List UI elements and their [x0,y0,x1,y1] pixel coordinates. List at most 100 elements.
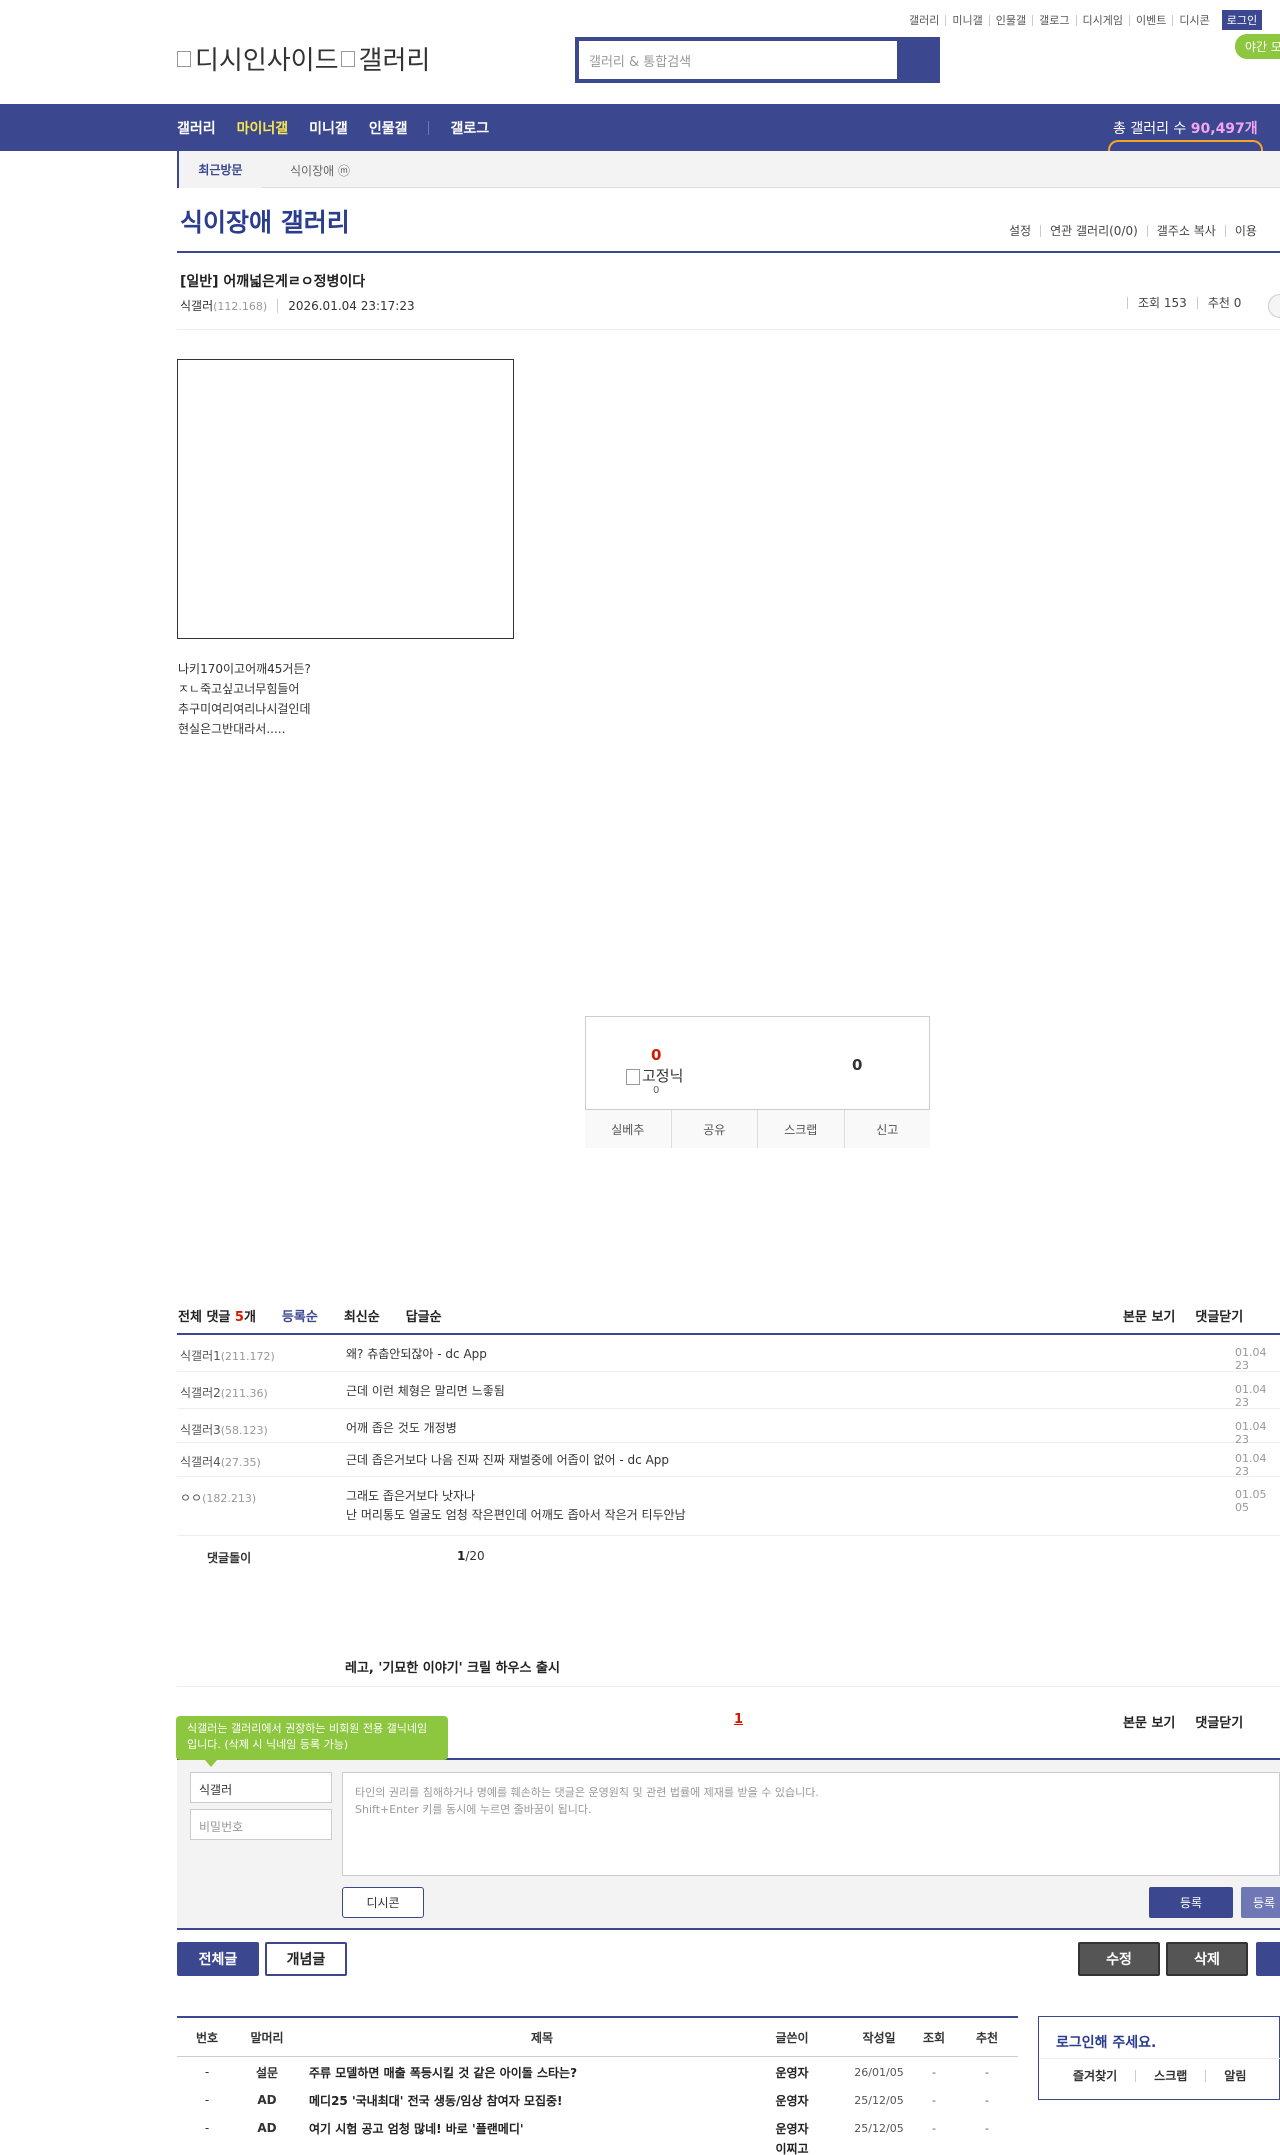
util-link-event[interactable]: 이벤트 [1128,14,1172,26]
page-number-current[interactable]: 1 [734,1712,743,1727]
close-comments-button[interactable]: 댓글닫기 [1195,1306,1243,1325]
concept-posts-button[interactable]: 개념글 [265,1942,347,1976]
ad-headline[interactable]: 레고, '기묘한 이야기' 크릴 하우스 출시 [345,1657,560,1676]
row-title[interactable]: 메디25 '국내최대' 전국 생동/임상 참여자 모집중! [297,2086,787,2114]
view-body-button[interactable]: 본문 보기 [1123,1306,1175,1325]
night-mode-button[interactable]: 야간 모 [1235,34,1280,59]
dccon-button[interactable]: 디시콘 [342,1887,424,1918]
all-posts-button[interactable]: 전체글 [177,1942,259,1976]
comment-text-line: 그래도 좁은거보다 낫자나 [346,1489,476,1503]
util-link-dcgame[interactable]: 디시게임 [1075,14,1129,26]
row-date: 25/12/05 [854,2093,904,2107]
nickname-field[interactable]: 식갤러 [190,1772,332,1803]
login-prompt[interactable]: 로그인해 주세요. [1056,2032,1156,2052]
site-logo[interactable]: 디시인사이드 갤러리 [177,40,430,77]
related-gallery-link[interactable]: 연관 갤러리(0/0) [1040,225,1147,237]
view-body-button[interactable]: 본문 보기 [1123,1712,1175,1731]
copy-address-link[interactable]: 갤주소 복사 [1146,225,1225,237]
best-recommend-button[interactable]: 실베추 [585,1110,671,1148]
recent-visit-tab[interactable]: 최근방문 [177,151,262,188]
more-options-button[interactable] [1268,294,1280,318]
table-row[interactable]: 이찌고 [177,2140,1018,2155]
notifications-link[interactable]: 알림 [1205,2070,1264,2082]
util-link-gallery[interactable]: 갤러리 [903,15,945,26]
comment-bot-label[interactable]: 댓글돌이 [207,1549,251,1566]
comment-submit-button[interactable]: 등록 [1149,1887,1233,1918]
close-comments-button[interactable]: 댓글닫기 [1195,1712,1243,1731]
row-head: AD [257,2093,277,2107]
share-button[interactable]: 공유 [670,1110,757,1148]
broken-image-icon [626,1068,640,1085]
nickname-tooltip: 식갤러는 갤러리에서 권장하는 비회원 전용 갤닉네임입니다. (삭제 시 닉네… [176,1716,448,1760]
util-link-dccon[interactable]: 디시콘 [1172,14,1215,26]
row-views: - [932,2065,936,2079]
broken-image-icon [340,50,355,67]
usage-link[interactable]: 이용 [1224,225,1266,237]
login-box-links: 즐겨찾기 스크랩 알림 [1055,2070,1264,2082]
sort-registered-tab[interactable]: 등록순 [282,1306,318,1325]
row-views: - [932,2093,936,2107]
util-link-persongall[interactable]: 인물갤 [988,14,1032,26]
comment-author[interactable]: 식갤러3(58.123) [180,1421,268,1438]
title-divider [177,251,1280,253]
util-link-gallog[interactable]: 갤로그 [1032,14,1075,26]
row-writer[interactable]: 운영자 [737,2058,847,2086]
scrap-button[interactable]: 스크랩 [757,1110,844,1148]
comment-row [177,1477,1280,1536]
recommend-down-count[interactable]: 0 [852,1056,862,1074]
scrap-link[interactable]: 스크랩 [1135,2070,1205,2082]
logo-text-gallery: 갤러리 [358,46,431,76]
col-number: 번호 [195,2030,219,2045]
post-subject: [일반] 어깨넓은게ㄹㅇ정병이다 [180,274,366,290]
comment-header-actions: 본문 보기 댓글닫기 [1123,1306,1263,1325]
sort-latest-tab[interactable]: 최신순 [344,1306,380,1325]
util-link-minigall[interactable]: 미니갤 [945,14,988,26]
post-writer-name[interactable]: 식갤러 [180,299,213,313]
post-body-line: 추구미여리여리나시걸인데 [178,702,311,716]
edit-button[interactable]: 수정 [1078,1942,1160,1976]
comment-notice-line: Shift+Enter 키를 동시에 누르면 줄바꿈이 됩니다. [355,1803,592,1816]
comment-text: 그래도 좁은거보다 낫자나 난 머리통도 얼굴도 엄청 작은편인데 어깨도 좁아… [346,1487,686,1525]
comment-author[interactable]: ㅇㅇ(182.213) [180,1489,256,1506]
nav-person-gallery[interactable]: 인물갤 [369,118,408,138]
password-field[interactable]: 비밀번호 [190,1809,332,1840]
table-row[interactable]: - AD 메디25 '국내최대' 전국 생동/임상 참여자 모집중! 운영자 2… [177,2086,1018,2114]
row-date: 26/01/05 [854,2065,904,2079]
row-title[interactable]: 주류 모델하면 매출 폭등시킬 것 같은 아이돌 스타는? [297,2058,787,2086]
nav-gallery[interactable]: 갤러리 [177,118,216,138]
nav-minor-gallery[interactable]: 마이너갤 [237,118,289,138]
comment-submit-recommend-button[interactable]: 등록 [1241,1887,1280,1918]
comment-text: 근데 좁은거보다 나음 진짜 진짜 재벌중에 어좁이 없어 - dc App [346,1453,670,1467]
settings-link[interactable]: 설정 [1000,225,1040,237]
gallery-title[interactable]: 식이장애 갤러리 [180,203,350,239]
delete-button[interactable]: 삭제 [1166,1942,1248,1976]
row-recommends: - [985,2093,989,2107]
main-nav-menu: 갤러리 마이너갤 미니갤 인물갤 갤로그 [177,104,510,151]
write-button[interactable] [1256,1942,1280,1976]
comment-text-line: 난 머리통도 얼굴도 엄청 작은편인데 어깨도 좁아서 작은거 티두안남 [346,1508,686,1522]
search-button[interactable] [897,41,936,79]
row-writer[interactable]: 운영자 [737,2086,847,2114]
search-input[interactable]: 갤러리 & 통합검색 [579,41,897,79]
gallery-count-value: 90,497개 [1190,121,1258,137]
comment-author[interactable]: 식갤러1(211.172) [180,1347,275,1364]
comment-author-ip: (211.36) [220,1387,268,1400]
table-row[interactable]: - AD 여기 시험 공고 엄청 많네! 바로 '플랜메디' 운영자 25/12… [177,2114,1018,2142]
comment-author[interactable]: 식갤러4(27.35) [180,1453,261,1470]
nav-gallog[interactable]: 갤로그 [450,118,489,138]
table-row[interactable]: - 설문 주류 모델하면 매출 폭등시킬 것 같은 아이돌 스타는? 운영자 2… [177,2058,1018,2086]
row-writer[interactable]: 운영자 [737,2114,847,2142]
recommend-action-bar: 실베추 공유 스크랩 신고 [585,1109,930,1148]
login-button[interactable]: 로그인 [1221,10,1263,30]
comment-count-unit: 개 [243,1310,256,1325]
fixed-nick-recommend[interactable]: 고정닉 [626,1065,683,1086]
nav-mini-gallery[interactable]: 미니갤 [309,118,348,138]
sort-reply-tab[interactable]: 답글순 [406,1306,442,1325]
recent-visit-item[interactable]: 식이장애 ⓜ [290,162,350,179]
comment-author[interactable]: 식갤러2(211.36) [180,1384,268,1401]
row-writer[interactable]: 이찌고 [737,2140,847,2155]
comment-textarea[interactable]: 타인의 권리를 침해하거나 명예를 훼손하는 댓글은 운영원칙 및 관련 법률에… [342,1772,1280,1876]
favorites-link[interactable]: 즐겨찾기 [1055,2070,1135,2082]
report-button[interactable]: 신고 [843,1110,930,1148]
row-title[interactable]: 여기 시험 공고 엄청 많네! 바로 '플랜메디' [297,2114,787,2142]
